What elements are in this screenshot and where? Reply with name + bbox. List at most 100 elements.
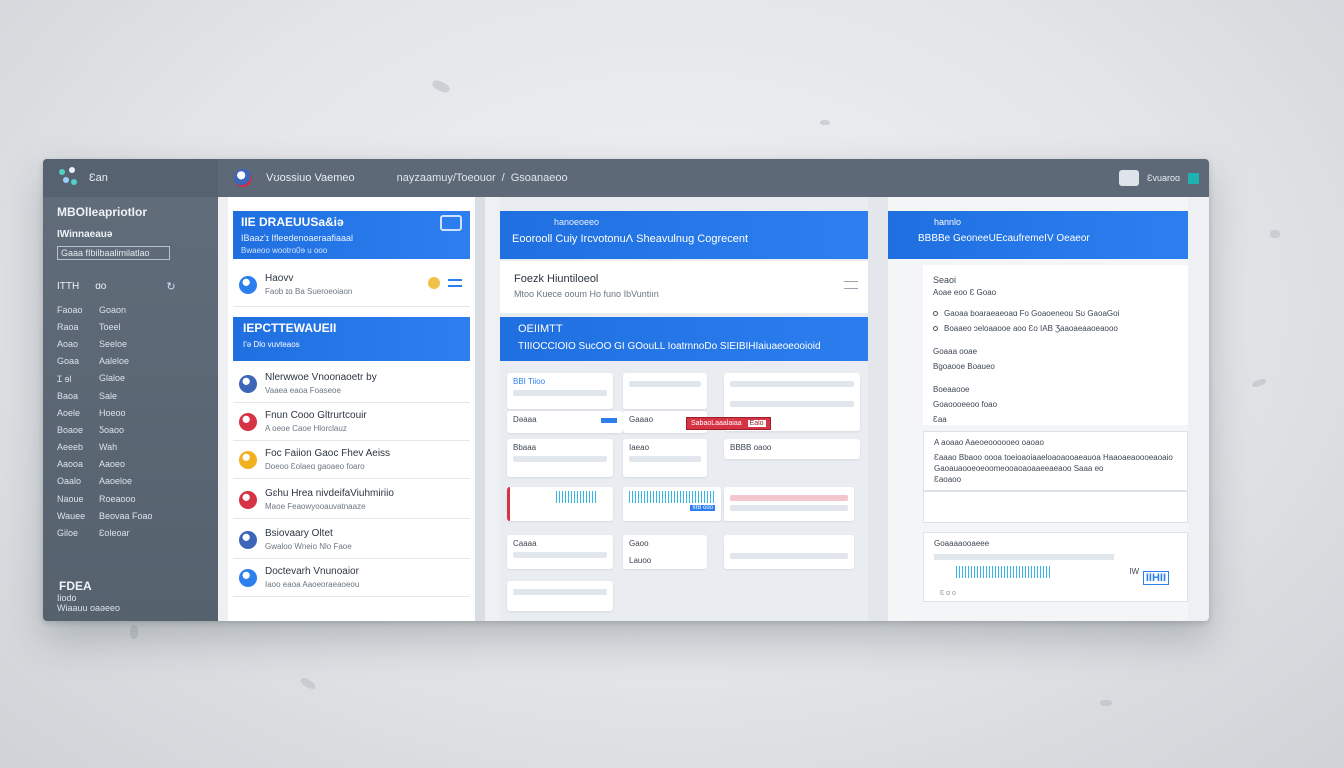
sidebar-item[interactable]: Wauee Beovaa Foao bbox=[57, 507, 204, 524]
card-bar bbox=[513, 552, 607, 558]
detail-card[interactable]: Iaeao bbox=[623, 439, 707, 477]
sidebar-item-key: Aoao bbox=[57, 338, 79, 349]
breadcrumb-item-3[interactable]: Gsoanaeoo bbox=[511, 172, 568, 184]
card-text: Gaaao bbox=[629, 415, 654, 424]
info-line: Bgoaooe Boaueo bbox=[933, 362, 1178, 371]
info-line: Boaaeo ɔeloaaooe aoo Ɛo IAB Ʒaaoaeaaoeao… bbox=[933, 324, 1178, 333]
list-item[interactable]: Haovv Faob ɪɑ Ba Sueroeoiaon bbox=[233, 263, 470, 307]
detail-card[interactable]: BBI Tiioo bbox=[507, 373, 613, 409]
detail-card[interactable]: Caaaa bbox=[507, 535, 613, 569]
pane-divider[interactable] bbox=[475, 197, 485, 621]
card-title: BBI Tiioo bbox=[513, 377, 546, 386]
sidebar-item[interactable]: Aaooa Aaoeo bbox=[57, 456, 204, 473]
sidebar-item[interactable]: Aoao Seeloe bbox=[57, 335, 204, 352]
sidebar-item[interactable]: Aeeeb Wah bbox=[57, 439, 204, 456]
card-bar bbox=[730, 381, 854, 387]
info-message-title: A aoaao Aaeoeoooooeo oaoao bbox=[934, 438, 1044, 447]
sidebar-item-key: Aaooa bbox=[57, 459, 84, 470]
background-speck bbox=[1270, 230, 1280, 238]
selected-list-item[interactable]: IEPCTTEWAUEII I'ə Dlo vuvteaos bbox=[233, 317, 470, 361]
list-item-title: Foc Faiion Gaoc Fhev Aeiss bbox=[265, 448, 391, 459]
detail-card[interactable]: Dəaaa bbox=[507, 411, 623, 433]
info-header-title: hannlo bbox=[934, 217, 962, 227]
background-speck bbox=[1100, 700, 1112, 706]
top-bar: Ɛan Vʊossiuo Vaemeo nayzaamuy/Toeouor / … bbox=[43, 159, 1209, 197]
sidebar-item[interactable]: Boaoe Ƽoaoo bbox=[57, 421, 204, 438]
sidebar-footer-title: FDEA bbox=[59, 579, 92, 593]
pane-divider[interactable] bbox=[868, 197, 888, 621]
detail-card[interactable] bbox=[507, 487, 613, 521]
info-header-sub: BBBBe GeoneeUEcaufremeIV Oeaeor bbox=[918, 233, 1090, 244]
alert-tag[interactable]: SabaoLaaalaiaa Ealo bbox=[686, 417, 771, 430]
coin-icon[interactable] bbox=[428, 277, 440, 289]
list-item-sub: Maoe Feaowyooauvatnaaze bbox=[265, 502, 366, 511]
sidebar-item-key: Boaoe bbox=[57, 424, 84, 435]
detail-card[interactable]: Bbaaa bbox=[507, 439, 613, 477]
detail-card[interactable]: Gaoo Lauoo bbox=[623, 535, 707, 569]
account-label[interactable]: Ɛvuaroɑ bbox=[1147, 173, 1180, 183]
info-graph-card[interactable]: Goaaaaooaeee IW IIHII Ɛ ɑ o bbox=[923, 532, 1188, 602]
detail-card[interactable] bbox=[724, 535, 854, 569]
breadcrumb-item-1[interactable]: Vʊossiuo Vaemeo bbox=[266, 172, 355, 184]
list-item[interactable]: Foc Faiion Gaoc Fhev Aeiss Doeoo Ɛolaeɑ g… bbox=[233, 441, 470, 479]
detail-card[interactable]: IIIB ooo bbox=[623, 487, 721, 521]
detail-band-sub: TIIIOCCIOIO SucOO GI GOouLL IoatrnnoDo S… bbox=[518, 341, 821, 352]
refresh-icon[interactable]: ↻ bbox=[166, 280, 175, 293]
info-pane: hannlo BBBBe GeoneeUEcaufremeIV Oeaeor S… bbox=[888, 197, 1188, 621]
sidebar-item[interactable]: Giloe Ɛoleoar bbox=[57, 524, 204, 541]
alert-tag-text: SabaoLaaalaiaa bbox=[691, 420, 742, 427]
compose-icon[interactable] bbox=[440, 215, 462, 231]
info-message-card[interactable]: A aoaao Aaeoeoooooeo oaoao Ɛaaao Bbaoo o… bbox=[923, 431, 1188, 491]
breadcrumb-item-2[interactable]: nayzaamuy/Toeouor bbox=[397, 172, 496, 184]
list-item-title: Nlerwwoe Vnoonaoetr by bbox=[265, 372, 377, 383]
list-item-sub: Faob ɪɑ Ba Sueroeoiaon bbox=[265, 287, 353, 296]
sidebar-item[interactable]: Baoa Sale bbox=[57, 387, 204, 404]
detail-card[interactable] bbox=[507, 581, 613, 611]
card-bar bbox=[629, 381, 701, 387]
list-item[interactable]: Bsiovaary Oltet Gwaloo Wneio Nlo Faoe bbox=[233, 521, 470, 559]
list-item[interactable]: Doctevarh Vnunoaior Iaoo eaoa Aaoeoraeaoe… bbox=[233, 559, 470, 597]
list-header[interactable]: IIE DRAEUUSa&iə IBaaz'ɪ Ifleedenoaeraafi… bbox=[233, 211, 470, 259]
info-line-text: Goaaa ooae bbox=[933, 347, 978, 356]
card-text: Caaaa bbox=[513, 539, 537, 548]
highlight-bars bbox=[556, 491, 596, 503]
sidebar-item[interactable]: Raoa Toeel bbox=[57, 318, 204, 335]
list-item-title: Bsiovaary Oltet bbox=[265, 528, 333, 539]
avatar[interactable] bbox=[234, 169, 252, 187]
sidebar-item[interactable]: Faoao Goaon bbox=[57, 301, 204, 318]
list-item[interactable]: Gɛhu Hrea nivdeifaViuhmiriio Maoe Feaowyo… bbox=[233, 481, 470, 519]
sidebar-item-key: Giloe bbox=[57, 528, 79, 539]
detail-card[interactable]: BBBB oaoo bbox=[724, 439, 860, 459]
detail-subheader-text: Mtoo Kuece ooum Ho funo IbVuntiın bbox=[514, 289, 659, 299]
sidebar-item-label: Ƽoaoo bbox=[99, 424, 125, 435]
window-toggle-button[interactable] bbox=[1119, 170, 1140, 186]
sidebar-list: Faoao Goaon Raoa Toeel Aoao Seeloe Goaa Aaleloe… bbox=[57, 301, 204, 542]
list-item-avatar-icon bbox=[239, 568, 257, 587]
list-item[interactable]: Nlerwwoe Vnoonaoetr by Vaaea eaoa Foaseoe bbox=[233, 365, 470, 403]
card-bar bbox=[730, 505, 848, 511]
breadcrumb: Vʊossiuo Vaemeo nayzaamuy/Toeouor / Gsoa… bbox=[218, 169, 1119, 187]
menu-icon[interactable] bbox=[844, 281, 858, 289]
list-item-text: Haovv Faob ɪɑ Ba Sueroeoiaon bbox=[265, 273, 352, 296]
sidebar-item[interactable]: Naoue Roeaooo bbox=[57, 490, 204, 507]
card-bar bbox=[513, 390, 607, 396]
card-tag bbox=[601, 418, 617, 423]
list-item[interactable]: Fnun Cooo Gltrurtcouir A oeoe Caoe Hlorcl… bbox=[233, 403, 470, 441]
sidebar-item-label: Aaleloe bbox=[99, 356, 130, 367]
sidebar-item[interactable]: Goaa Aaleloe bbox=[57, 353, 204, 370]
sidebar-search-input[interactable]: Gaaa fIbilbaalimilatlao bbox=[57, 246, 170, 260]
detail-card[interactable] bbox=[724, 487, 854, 521]
sidebar-item[interactable]: Oaalo Aaoeloe bbox=[57, 473, 204, 490]
card-bar bbox=[730, 553, 848, 559]
sidebar-item-label: Aaoeloe bbox=[99, 476, 133, 487]
menu-icon[interactable] bbox=[448, 279, 462, 287]
sidebar-item[interactable]: Aoele Hoeoo bbox=[57, 404, 204, 421]
bullet-icon bbox=[933, 326, 938, 331]
card-text: Bbaaa bbox=[513, 443, 537, 452]
detail-card[interactable] bbox=[623, 373, 707, 409]
sidebar-item[interactable]: Ɪ ɘl Glaloe bbox=[57, 370, 204, 387]
background-speck bbox=[130, 625, 138, 639]
list-item-avatar-icon bbox=[239, 450, 257, 469]
list-item-avatar-icon bbox=[239, 275, 257, 294]
info-title: Seaoi bbox=[933, 275, 957, 285]
